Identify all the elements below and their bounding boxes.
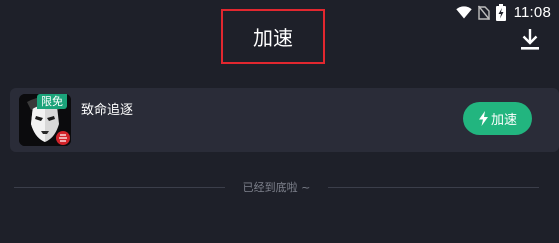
- status-time: 11:08: [513, 3, 551, 21]
- download-icon: [521, 29, 539, 50]
- status-bar: 11:08: [455, 0, 551, 24]
- game-name: 致命追逐: [81, 103, 134, 118]
- end-of-list-text: 已经到底啦 ~: [242, 181, 311, 194]
- battery-charging-icon: [495, 3, 506, 21]
- no-sim-icon: [477, 5, 490, 20]
- page-title: 加速: [221, 9, 325, 64]
- divider-line-left: [14, 186, 225, 188]
- lightning-icon: [478, 111, 488, 126]
- accelerate-button-label: 加速: [490, 113, 517, 128]
- download-button[interactable]: [519, 28, 541, 52]
- limited-free-badge: 限免: [37, 94, 67, 109]
- divider-line-right: [328, 186, 539, 188]
- wifi-icon: [455, 5, 472, 19]
- accelerate-button[interactable]: 加速: [463, 102, 532, 135]
- end-of-list-divider: 已经到底啦 ~: [14, 178, 539, 196]
